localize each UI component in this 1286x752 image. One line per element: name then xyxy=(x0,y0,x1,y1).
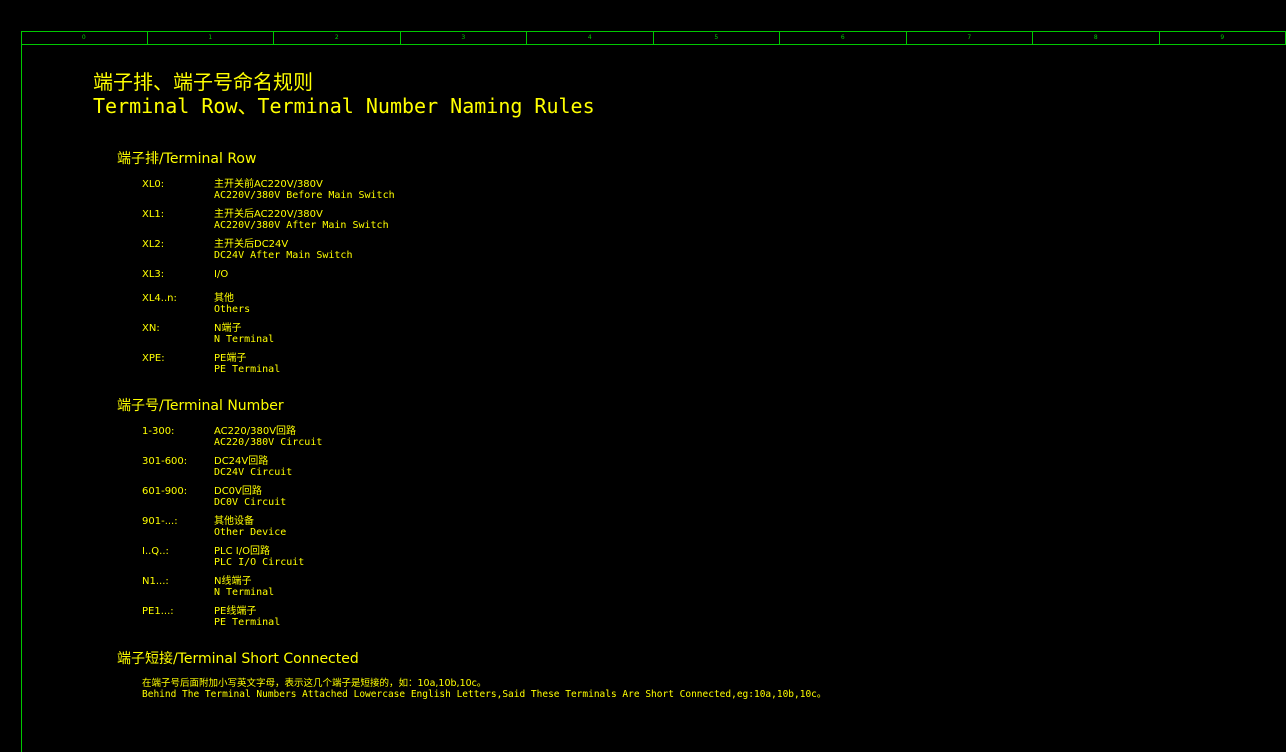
terminal-number-description: N线端子 N Terminal xyxy=(214,576,274,598)
terminal-row-description: I/O xyxy=(214,269,228,280)
terminal-number-description: 其他设备 Other Device xyxy=(214,516,286,538)
description-chinese: DC0V回路 xyxy=(214,486,262,497)
terminal-number-code: I..Q..: xyxy=(142,546,169,557)
description-chinese: PE线端子 xyxy=(214,606,257,617)
terminal-number-code: 901-...: xyxy=(142,516,178,527)
description-english: DC0V Circuit xyxy=(214,497,287,508)
terminal-number-code: 601-900: xyxy=(142,486,188,497)
ruler-cell: 6 xyxy=(780,32,907,44)
ruler-cell: 0 xyxy=(21,32,148,44)
terminal-number-code: 1-300: xyxy=(142,426,175,437)
description-english: Others xyxy=(214,304,251,315)
terminal-number-description: DC0V回路 DC0V Circuit xyxy=(214,486,286,508)
terminal-row-description: 主开关前AC220V/380V AC220V/380V Before Main … xyxy=(214,179,395,201)
terminal-row-heading: 端子排/Terminal Row xyxy=(117,151,257,167)
ruler-cell: 4 xyxy=(527,32,654,44)
description-chinese: AC220/380V回路 xyxy=(214,426,297,437)
ruler-cell: 3 xyxy=(401,32,527,44)
description-chinese: 主开关后DC24V xyxy=(214,239,289,250)
description-english: Other Device xyxy=(214,527,287,538)
column-ruler: 0 1 2 3 4 5 6 7 8 9 xyxy=(21,31,1286,45)
description-english: PE Terminal xyxy=(214,364,281,375)
terminal-row-code: XL3: xyxy=(142,269,165,280)
description-chinese: 主开关后AC220V/380V xyxy=(214,209,323,220)
terminal-row-code: XL4..n: xyxy=(142,293,177,304)
terminal-row-code: XL1: xyxy=(142,209,165,220)
page-title-english: Terminal Row、Terminal Number Naming Rule… xyxy=(93,94,595,118)
description-english: AC220V/380V After Main Switch xyxy=(214,220,389,231)
description-chinese: N端子 xyxy=(214,323,242,334)
description-english: N Terminal xyxy=(214,587,275,598)
terminal-row-code: XN: xyxy=(142,323,160,334)
short-connected-heading: 端子短接/Terminal Short Connected xyxy=(117,651,359,667)
description-chinese: 主开关前AC220V/380V xyxy=(214,179,323,190)
terminal-number-heading: 端子号/Terminal Number xyxy=(117,398,284,414)
terminal-number-description: PLC I/O回路 PLC I/O Circuit xyxy=(214,546,304,568)
terminal-number-code: 301-600: xyxy=(142,456,188,467)
terminal-row-description: PE端子 PE Terminal xyxy=(214,353,280,375)
description-english: N Terminal xyxy=(214,334,275,345)
description-chinese: 其他 xyxy=(214,293,234,304)
description-chinese: PE端子 xyxy=(214,353,247,364)
description-chinese: 其他设备 xyxy=(214,516,254,527)
terminal-number-description: PE线端子 PE Terminal xyxy=(214,606,280,628)
description-english: DC24V Circuit xyxy=(214,467,293,478)
ruler-cell: 1 xyxy=(148,32,274,44)
ruler-cell: 9 xyxy=(1160,32,1286,44)
terminal-row-description: 主开关后DC24V DC24V After Main Switch xyxy=(214,239,352,261)
description-chinese: DC24V回路 xyxy=(214,456,269,467)
description-english: PLC I/O Circuit xyxy=(214,557,305,568)
ruler-cell: 5 xyxy=(654,32,780,44)
terminal-row-description: 其他 Others xyxy=(214,293,250,315)
description-english: DC24V After Main Switch xyxy=(214,250,353,261)
ruler-cell: 8 xyxy=(1033,32,1160,44)
terminal-number-code: PE1...: xyxy=(142,606,174,617)
description-chinese: I/O xyxy=(214,269,229,280)
terminal-number-description: DC24V回路 DC24V Circuit xyxy=(214,456,292,478)
terminal-row-code: XPE: xyxy=(142,353,165,364)
description-english: PE Terminal xyxy=(214,617,281,628)
short-connected-description: 在端子号后面附加小写英文字母，表示这几个端子是短接的，如：10a,10b,10c… xyxy=(142,678,826,700)
short-connected-chinese: 在端子号后面附加小写英文字母，表示这几个端子是短接的，如：10a,10b,10c… xyxy=(142,678,487,689)
ruler-cell: 7 xyxy=(907,32,1033,44)
description-chinese: N线端子 xyxy=(214,576,252,587)
terminal-number-code: N1...: xyxy=(142,576,169,587)
terminal-row-code: XL0: xyxy=(142,179,165,190)
ruler-cell: 2 xyxy=(274,32,401,44)
description-chinese: PLC I/O回路 xyxy=(214,546,270,557)
terminal-row-description: 主开关后AC220V/380V AC220V/380V After Main S… xyxy=(214,209,389,231)
short-connected-english: Behind The Terminal Numbers Attached Low… xyxy=(142,689,827,700)
frame-left-border xyxy=(21,31,22,752)
description-english: AC220/380V Circuit xyxy=(214,437,323,448)
terminal-row-code: XL2: xyxy=(142,239,165,250)
terminal-row-description: N端子 N Terminal xyxy=(214,323,274,345)
page-title-chinese: 端子排、端子号命名规则 xyxy=(93,70,313,94)
description-english: AC220V/380V Before Main Switch xyxy=(214,190,395,201)
terminal-number-description: AC220/380V回路 AC220/380V Circuit xyxy=(214,426,322,448)
